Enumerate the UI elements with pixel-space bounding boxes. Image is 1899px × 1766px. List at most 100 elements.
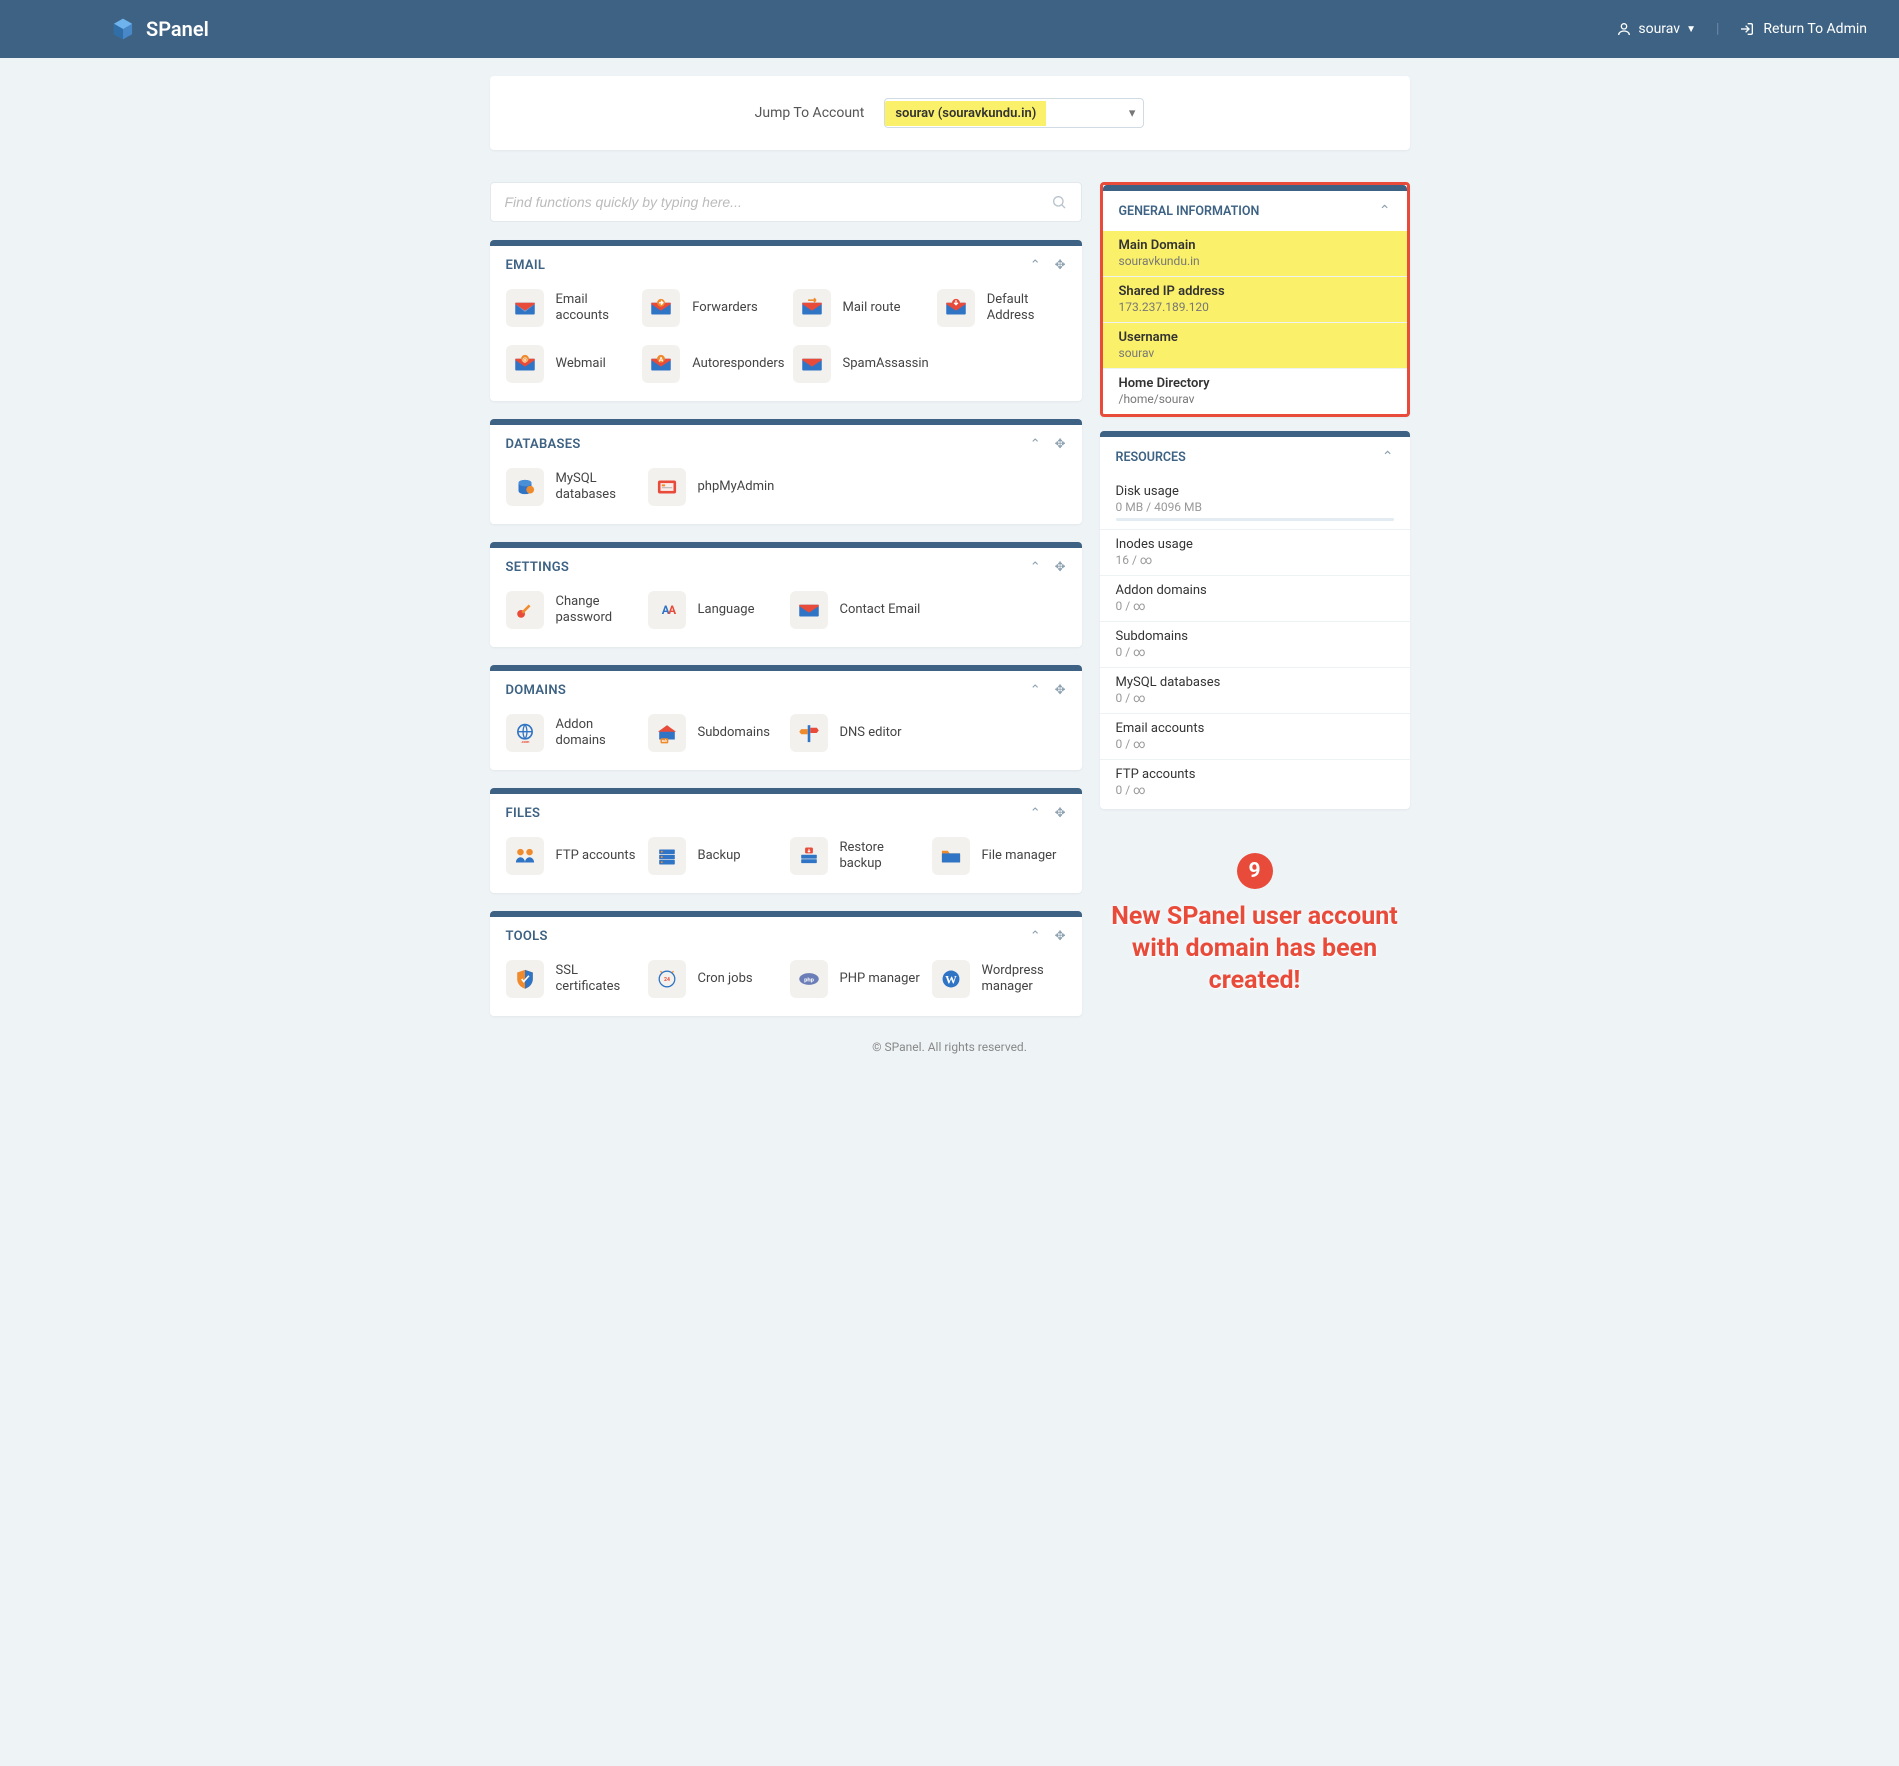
user-menu[interactable]: sourav ▼ — [1616, 21, 1696, 37]
collapse-icon[interactable]: ⌃ — [1382, 449, 1394, 465]
search-box — [490, 182, 1082, 222]
language[interactable]: AALanguage — [648, 591, 782, 629]
backup[interactable]: Backup — [648, 837, 782, 875]
resource-val: 16 / ∞ — [1116, 553, 1394, 567]
brand-text: SPanel — [146, 17, 209, 41]
search-input[interactable] — [505, 194, 1051, 210]
panel-title: EMAIL — [506, 258, 546, 273]
item-label: Wordpressmanager — [982, 963, 1044, 996]
info-key: Username — [1119, 330, 1391, 345]
svg-text:sub: sub — [661, 739, 666, 743]
collapse-icon[interactable]: ⌃ — [1030, 929, 1041, 944]
collapse-icon[interactable]: ⌃ — [1379, 203, 1391, 219]
resource-row: Addon domains0 / ∞ — [1100, 576, 1410, 622]
webmail[interactable]: @Webmail — [506, 345, 635, 383]
panel-title: SETTINGS — [506, 560, 570, 575]
info-row: Usernamesourav — [1103, 323, 1407, 369]
shield-icon — [506, 960, 544, 998]
resource-key: Disk usage — [1116, 484, 1394, 499]
panel-domains: DOMAINS ⌃✥ .comAddondomains subSubdomain… — [490, 665, 1082, 770]
restore-backup[interactable]: Restorebackup — [790, 837, 924, 875]
collapse-icon[interactable]: ⌃ — [1030, 560, 1041, 575]
move-icon[interactable]: ✥ — [1055, 683, 1066, 698]
move-icon[interactable]: ✥ — [1055, 929, 1066, 944]
item-label: FTP accounts — [556, 848, 636, 864]
phpmyadmin-icon — [648, 468, 686, 506]
wordpress-manager[interactable]: W Wordpressmanager — [932, 960, 1066, 998]
ftp-icon — [506, 837, 544, 875]
resource-val: 0 / ∞ — [1116, 783, 1394, 797]
envelope-auto-icon: A — [642, 345, 680, 383]
collapse-icon[interactable]: ⌃ — [1030, 437, 1041, 452]
svg-text:.com: .com — [520, 739, 529, 744]
move-icon[interactable]: ✥ — [1055, 560, 1066, 575]
move-icon[interactable]: ✥ — [1055, 806, 1066, 821]
php-manager[interactable]: php PHP manager — [790, 960, 924, 998]
forwarders[interactable]: Forwarders — [642, 289, 784, 327]
collapse-icon[interactable]: ⌃ — [1030, 683, 1041, 698]
caret-down-icon: ▼ — [1686, 24, 1696, 35]
panel-title: TOOLS — [506, 929, 548, 944]
envelope-at-icon: @ — [506, 345, 544, 383]
item-label: phpMyAdmin — [698, 479, 775, 495]
account-selected: sourav (souravkundu.in) — [885, 101, 1046, 126]
info-key: Main Domain — [1119, 238, 1391, 253]
info-val: 173.237.189.120 — [1119, 300, 1391, 314]
item-label: Contact Email — [840, 602, 921, 618]
item-label: File manager — [982, 848, 1057, 864]
wordpress-icon: W — [932, 960, 970, 998]
return-to-admin[interactable]: Return To Admin — [1739, 21, 1867, 37]
collapse-icon[interactable]: ⌃ — [1030, 258, 1041, 273]
resource-row: MySQL databases0 / ∞ — [1100, 668, 1410, 714]
addon-domains[interactable]: .comAddondomains — [506, 714, 640, 752]
info-row: Shared IP address173.237.189.120 — [1103, 277, 1407, 323]
ssl-certificates[interactable]: SSLcertificates — [506, 960, 640, 998]
envelope-spam-icon — [793, 345, 831, 383]
user-icon — [1616, 21, 1632, 37]
panel-databases: DATABASES ⌃✥ MySQLdatabases phpMyAdmin — [490, 419, 1082, 524]
change-password[interactable]: Changepassword — [506, 591, 640, 629]
item-label: DefaultAddress — [987, 292, 1035, 325]
item-label: Cron jobs — [698, 971, 753, 987]
dns-editor[interactable]: DNS editor — [790, 714, 924, 752]
account-select[interactable]: sourav (souravkundu.in) ▾ — [884, 98, 1144, 128]
resource-key: FTP accounts — [1116, 767, 1394, 782]
default-address[interactable]: DefaultAddress — [937, 289, 1066, 327]
php-icon: php — [790, 960, 828, 998]
item-label: PHP manager — [840, 971, 920, 987]
file-manager[interactable]: File manager — [932, 837, 1066, 875]
resource-key: Subdomains — [1116, 629, 1394, 644]
phpmyadmin[interactable]: phpMyAdmin — [648, 468, 782, 506]
move-icon[interactable]: ✥ — [1055, 258, 1066, 273]
return-label: Return To Admin — [1763, 21, 1867, 37]
item-label: Restorebackup — [840, 840, 884, 873]
email-accounts[interactable]: Emailaccounts — [506, 289, 635, 327]
item-label: Emailaccounts — [556, 292, 609, 325]
item-label: Forwarders — [692, 300, 757, 316]
panel-email: EMAIL ⌃ ✥ Emailaccounts Forwarders Mail … — [490, 240, 1082, 401]
spamassassin[interactable]: SpamAssassin — [793, 345, 929, 383]
server-download-icon — [790, 837, 828, 875]
resource-key: Addon domains — [1116, 583, 1394, 598]
ftp-accounts[interactable]: FTP accounts — [506, 837, 640, 875]
folder-icon — [932, 837, 970, 875]
home-sub-icon: sub — [648, 714, 686, 752]
annotation-text: New SPanel user account with domain has … — [1108, 901, 1402, 997]
collapse-icon[interactable]: ⌃ — [1030, 806, 1041, 821]
mysql-databases[interactable]: MySQLdatabases — [506, 468, 640, 506]
mail-route[interactable]: Mail route — [793, 289, 929, 327]
contact-email[interactable]: Contact Email — [790, 591, 924, 629]
cron-jobs[interactable]: 24Cron jobs — [648, 960, 782, 998]
item-label: SpamAssassin — [843, 356, 929, 372]
info-row: Main Domainsouravkundu.in — [1103, 231, 1407, 277]
move-icon[interactable]: ✥ — [1055, 437, 1066, 452]
autoresponders[interactable]: AAutoresponders — [642, 345, 784, 383]
item-label: DNS editor — [840, 725, 902, 741]
tutorial-annotation: 9 New SPanel user account with domain ha… — [1100, 853, 1410, 997]
panel-resources: RESOURCES ⌃ Disk usage0 MB / 4096 MBInod… — [1100, 431, 1410, 809]
panel-tools: TOOLS ⌃ ✥ SSLcertificates 24Cron jobs php… — [490, 911, 1082, 1016]
step-badge: 9 — [1237, 853, 1273, 889]
panel-general-info: GENERAL INFORMATION ⌃ Main Domainsouravk… — [1100, 182, 1410, 417]
subdomains[interactable]: subSubdomains — [648, 714, 782, 752]
envelope-icon — [790, 591, 828, 629]
